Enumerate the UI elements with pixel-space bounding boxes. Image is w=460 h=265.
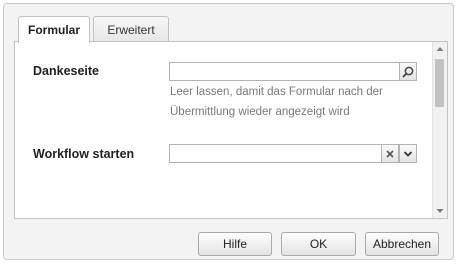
tab-erweitert[interactable]: Erweitert — [93, 16, 169, 42]
caret-down-icon — [436, 209, 444, 213]
thank-you-page-help: Leer lassen, damit das Formular nach der… — [170, 86, 383, 118]
thank-you-page-label: Dankeseite — [33, 64, 100, 78]
chevron-down-icon — [403, 150, 413, 157]
scroll-up-arrow[interactable] — [435, 44, 445, 54]
dialog: Formular Erweitert Dankeseite Leer lasse… — [3, 3, 454, 260]
start-workflow-label: Workflow starten — [33, 147, 135, 161]
start-workflow-field — [169, 144, 417, 163]
caret-up-icon — [436, 47, 444, 51]
help-button[interactable]: Hilfe — [198, 232, 272, 256]
browse-button[interactable] — [399, 62, 417, 81]
vertical-scrollbar[interactable] — [432, 42, 447, 218]
cancel-button[interactable]: Abbrechen — [365, 232, 439, 256]
thank-you-page-field — [169, 62, 417, 81]
tab-panel: Dankeseite Leer lassen, damit das Formul… — [14, 41, 448, 219]
start-workflow-input[interactable] — [170, 145, 382, 162]
tab-formular[interactable]: Formular — [18, 16, 90, 43]
search-icon — [402, 66, 414, 78]
workflow-dropdown-button[interactable] — [399, 144, 417, 163]
clear-button[interactable] — [381, 144, 399, 163]
ok-button[interactable]: OK — [281, 232, 356, 256]
scrollbar-thumb[interactable] — [435, 59, 444, 107]
close-icon — [386, 149, 394, 158]
scroll-down-arrow[interactable] — [435, 206, 445, 216]
thank-you-page-input[interactable] — [170, 63, 404, 80]
